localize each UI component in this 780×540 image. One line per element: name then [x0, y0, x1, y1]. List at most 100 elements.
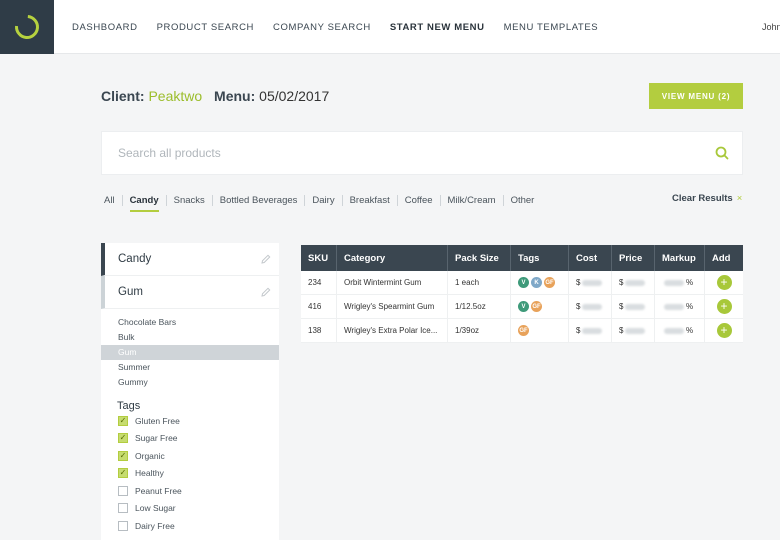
tag-label: Peanut Free [135, 485, 182, 496]
sidebar-group-gum[interactable]: Gum [101, 276, 279, 309]
checkbox[interactable] [118, 503, 128, 514]
pencil-icon[interactable] [261, 287, 271, 297]
subcategory-item-bulk[interactable]: Bulk [101, 330, 279, 345]
blurred-value [625, 327, 646, 334]
category-tab-breakfast[interactable]: Breakfast [341, 194, 397, 206]
category-tab-dairy[interactable]: Dairy [304, 194, 341, 206]
search-icon[interactable] [702, 131, 742, 175]
subcategory-item-gum[interactable]: Gum [101, 345, 279, 360]
tag-label: Gluten Free [135, 415, 180, 426]
percent-symbol: % [686, 278, 694, 287]
blurred-value [664, 303, 684, 310]
add-product-button[interactable]: + [716, 323, 732, 338]
main-nav: DASHBOARD PRODUCT SEARCH COMPANY SEARCH STA… [72, 0, 617, 54]
table-header: SKU Category Pack Size Tags Cost Price Markup A… [301, 245, 743, 271]
add-cell: + [705, 271, 743, 294]
nav-item-dashboard[interactable]: DASHBOARD [72, 22, 138, 33]
category-tab-all[interactable]: All [104, 195, 122, 206]
clear-results-label: Clear Results [672, 193, 733, 204]
logo-ring-icon [10, 10, 44, 44]
currency-symbol: $ [619, 302, 624, 311]
category-tab-other[interactable]: Other [502, 194, 542, 206]
blurred-value [664, 279, 684, 286]
clear-results-button[interactable]: Clear Results × [672, 193, 742, 204]
tag-filter-organic[interactable]: Organic [101, 447, 279, 465]
menu-label: Menu: [214, 88, 256, 104]
client-label: Client: [101, 88, 145, 104]
blurred-value [582, 279, 603, 286]
column-header-sku[interactable]: SKU [301, 245, 337, 271]
nav-item-company-search[interactable]: COMPANY SEARCH [273, 22, 371, 33]
nav-item-start-new-menu[interactable]: START NEW MENU [390, 22, 485, 33]
tag-filter-gluten-free[interactable]: Gluten Free [101, 412, 279, 430]
category-cell: Wrigley's Extra Polar Ice... [337, 319, 448, 342]
currency-symbol: $ [619, 278, 624, 287]
pack-size-cell: 1/39oz [448, 319, 511, 342]
table-body: 234 Orbit Wintermint Gum 1 each V K GF $ $% +416… [301, 271, 743, 343]
subcategory-item-gummy[interactable]: Gummy [101, 375, 279, 390]
subcategory-item-summer[interactable]: Summer [101, 360, 279, 375]
view-menu-button[interactable]: VIEW MENU (2) [649, 83, 743, 109]
pack-size-cell: 1/12.5oz [448, 295, 511, 318]
blurred-value [582, 303, 603, 310]
category-tab-snacks[interactable]: Snacks [165, 194, 212, 206]
nav-item-product-search[interactable]: PRODUCT SEARCH [157, 22, 254, 33]
category-tab-coffee[interactable]: Coffee [396, 194, 440, 206]
tags-cell: V GF [511, 295, 569, 318]
add-cell: + [705, 295, 743, 318]
client-menu-header: Client: Peaktwo Menu: 05/02/2017 [101, 88, 329, 104]
tag-filter-dairy-free[interactable]: Dairy Free [101, 517, 279, 535]
table-row[interactable]: 234 Orbit Wintermint Gum 1 each V K GF $ $% + [301, 271, 743, 295]
price-cell: $ [612, 319, 655, 342]
checkbox[interactable] [118, 415, 128, 426]
markup-cell: % [655, 319, 705, 342]
subcategory-item-chocolate-bars[interactable]: Chocolate Bars [101, 315, 279, 330]
price-cell: $ [612, 271, 655, 294]
checkbox[interactable] [118, 468, 128, 479]
tag-filter-low-sugar[interactable]: Low Sugar [101, 500, 279, 518]
pack-size-cell: 1 each [448, 271, 511, 294]
filter-sidebar: Candy Gum Chocolate Bars Bulk Gum Summer Gum… [101, 243, 279, 540]
user-name[interactable]: John [762, 22, 780, 32]
checkbox[interactable] [118, 450, 128, 461]
markup-cell: % [655, 295, 705, 318]
table-row[interactable]: 138 Wrigley's Extra Polar Ice... 1/39oz GF $… [301, 319, 743, 343]
column-header-cost[interactable]: Cost [569, 245, 612, 271]
category-tab-milk-cream[interactable]: Milk/Cream [439, 194, 503, 206]
currency-symbol: $ [576, 302, 581, 311]
sku-cell: 138 [301, 319, 337, 342]
column-header-category[interactable]: Category [337, 245, 448, 271]
column-header-tags[interactable]: Tags [511, 245, 569, 271]
tag-badge-v: V [518, 301, 529, 312]
column-header-pack-size[interactable]: Pack Size [448, 245, 511, 271]
pencil-icon[interactable] [261, 254, 271, 264]
app-logo[interactable] [0, 0, 54, 54]
category-filter-tabs: All Candy Snacks Bottled Beverages Dairy Brea… [104, 192, 542, 212]
menu-date: 05/02/2017 [259, 88, 330, 104]
tag-filter-healthy[interactable]: Healthy [101, 465, 279, 483]
tag-filter-sugar-free[interactable]: Sugar Free [101, 430, 279, 448]
category-cell: Wrigley's Spearmint Gum [337, 295, 448, 318]
add-product-button[interactable]: + [716, 275, 732, 290]
client-name: Peaktwo [148, 88, 203, 104]
product-table: SKU Category Pack Size Tags Cost Price Markup A… [301, 245, 743, 343]
checkbox[interactable] [118, 485, 128, 496]
column-header-add[interactable]: Add [705, 245, 743, 271]
category-tab-bottled-beverages[interactable]: Bottled Beverages [211, 194, 305, 206]
add-cell: + [705, 319, 743, 342]
sidebar-group-label: Gum [118, 286, 143, 298]
table-row[interactable]: 416 Wrigley's Spearmint Gum 1/12.5oz V GF $ $%… [301, 295, 743, 319]
sku-cell: 234 [301, 271, 337, 294]
category-tab-candy[interactable]: Candy [121, 194, 166, 212]
nav-item-menu-templates[interactable]: MENU TEMPLATES [504, 22, 599, 33]
checkbox[interactable] [118, 433, 128, 444]
search-input[interactable] [102, 132, 702, 174]
add-product-button[interactable]: + [716, 299, 732, 314]
tag-filter-peanut-free[interactable]: Peanut Free [101, 482, 279, 500]
sidebar-group-candy[interactable]: Candy [101, 243, 279, 276]
column-header-price[interactable]: Price [612, 245, 655, 271]
cost-cell: $ [569, 271, 612, 294]
tag-badge-gf: GF [518, 325, 529, 336]
checkbox[interactable] [118, 520, 128, 531]
column-header-markup[interactable]: Markup [655, 245, 705, 271]
